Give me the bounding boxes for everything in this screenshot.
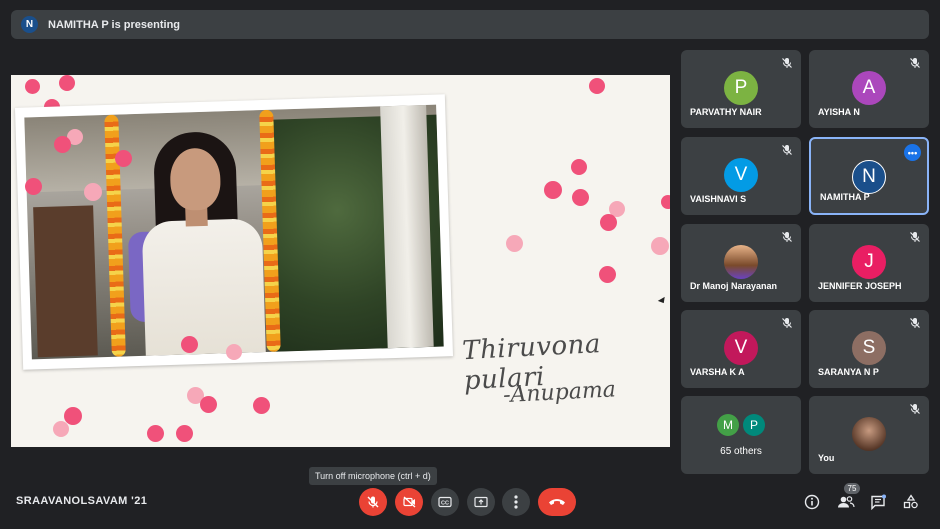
chat-button[interactable] <box>867 491 889 513</box>
participant-tile[interactable]: P PARVATHY NAIR <box>681 50 801 128</box>
avatar: P <box>724 71 758 105</box>
confetti-dot <box>25 178 42 195</box>
avatar-photo <box>724 245 758 279</box>
people-count-badge: 75 <box>844 483 860 494</box>
participant-name: SARANYA N P <box>818 367 879 377</box>
participant-tile[interactable]: A AYISHA N <box>809 50 929 128</box>
self-tile[interactable]: You <box>809 396 929 474</box>
confetti-dot <box>64 407 82 425</box>
confetti-dot <box>147 425 164 442</box>
mic-tooltip: Turn off microphone (ctrl + d) <box>309 467 437 485</box>
activities-icon <box>903 494 918 509</box>
mic-off-icon <box>782 232 792 242</box>
avatar: N <box>852 160 886 194</box>
others-tile[interactable]: M P 65 others <box>681 396 801 474</box>
confetti-dot <box>176 425 193 442</box>
presenting-banner: N NAMITHA P is presenting <box>11 10 929 39</box>
confetti-dot <box>253 397 270 414</box>
portrait-photo <box>24 104 444 360</box>
avatar: P <box>743 414 765 436</box>
confetti-dot <box>53 421 69 437</box>
chat-icon <box>871 494 886 510</box>
mic-off-icon <box>910 58 920 68</box>
participant-name: PARVATHY NAIR <box>690 107 762 117</box>
avatar: V <box>724 331 758 365</box>
confetti-dot <box>226 344 242 360</box>
confetti-dot <box>544 181 562 199</box>
avatar: V <box>724 158 758 192</box>
people-icon <box>838 496 855 508</box>
confetti-dot <box>25 79 40 94</box>
mic-off-icon <box>782 58 792 68</box>
participant-tile[interactable]: S SARANYA N P <box>809 310 929 388</box>
confetti-dot <box>200 396 217 413</box>
participant-name: JENNIFER JOSEPH <box>818 281 902 291</box>
avatar: M <box>717 414 739 436</box>
mic-off-icon <box>910 232 920 242</box>
participant-name: AYISHA N <box>818 107 860 117</box>
meeting-details-button[interactable] <box>801 491 823 513</box>
participant-name: VARSHA K A <box>690 367 745 377</box>
participant-name: Dr Manoj Narayanan <box>690 281 778 291</box>
confetti-dot <box>181 336 198 353</box>
presenter-avatar: N <box>21 16 38 33</box>
confetti-dot <box>661 195 670 209</box>
presenting-text: NAMITHA P is presenting <box>48 18 181 31</box>
confetti-dot <box>84 183 102 201</box>
avatar: J <box>852 245 886 279</box>
activities-button[interactable] <box>900 491 922 513</box>
participant-tile[interactable]: V VAISHNAVI S <box>681 137 801 215</box>
leave-call-button[interactable] <box>538 488 576 516</box>
mic-toggle-button[interactable] <box>359 488 387 516</box>
present-screen-icon <box>474 496 488 508</box>
more-options-icon[interactable]: ••• <box>904 144 921 161</box>
participant-tile-presenter[interactable]: ••• N NAMITHA P <box>809 137 929 215</box>
participant-tile[interactable]: Dr Manoj Narayanan <box>681 224 801 302</box>
more-options-button[interactable] <box>502 488 530 516</box>
meeting-name: SRAAVANOLSAVAM '21 <box>16 495 148 507</box>
info-icon <box>804 494 820 510</box>
avatar-photo <box>852 417 886 451</box>
more-vert-icon <box>514 495 518 509</box>
avatar: S <box>852 331 886 365</box>
confetti-dot <box>506 235 523 252</box>
mic-off-icon <box>782 318 792 328</box>
confetti-dot <box>115 150 132 167</box>
confetti-dot <box>59 75 75 91</box>
svg-text:CC: CC <box>441 501 449 507</box>
shared-screen[interactable]: Thiruvona pulari -Anupama <box>11 75 670 447</box>
people-button[interactable] <box>835 491 857 513</box>
others-avatars: M P <box>717 414 769 436</box>
participant-name: NAMITHA P <box>820 192 870 202</box>
participant-name: You <box>818 453 835 463</box>
confetti-dot <box>54 136 71 153</box>
captions-icon: CC <box>438 496 452 508</box>
mic-off-icon <box>910 318 920 328</box>
mouse-cursor-icon <box>657 296 668 306</box>
participant-tile[interactable]: J JENNIFER JOSEPH <box>809 224 929 302</box>
hang-up-icon <box>549 499 565 505</box>
camera-off-icon <box>402 496 415 508</box>
confetti-dot <box>572 189 589 206</box>
participant-name: VAISHNAVI S <box>690 194 747 204</box>
mic-off-icon <box>782 145 792 155</box>
present-button[interactable] <box>467 488 495 516</box>
confetti-dot <box>599 266 616 283</box>
confetti-dot <box>571 159 587 175</box>
avatar: A <box>852 71 886 105</box>
participant-tile[interactable]: V VARSHA K A <box>681 310 801 388</box>
meet-window: N NAMITHA P is presenting Thiruvona pula… <box>0 0 940 529</box>
captions-button[interactable]: CC <box>431 488 459 516</box>
others-label: 65 others <box>720 446 762 457</box>
confetti-dot <box>600 214 617 231</box>
mic-off-icon <box>367 496 379 508</box>
confetti-dot <box>589 78 605 94</box>
confetti-dot <box>651 237 669 255</box>
mic-off-icon <box>910 404 920 414</box>
camera-toggle-button[interactable] <box>395 488 423 516</box>
